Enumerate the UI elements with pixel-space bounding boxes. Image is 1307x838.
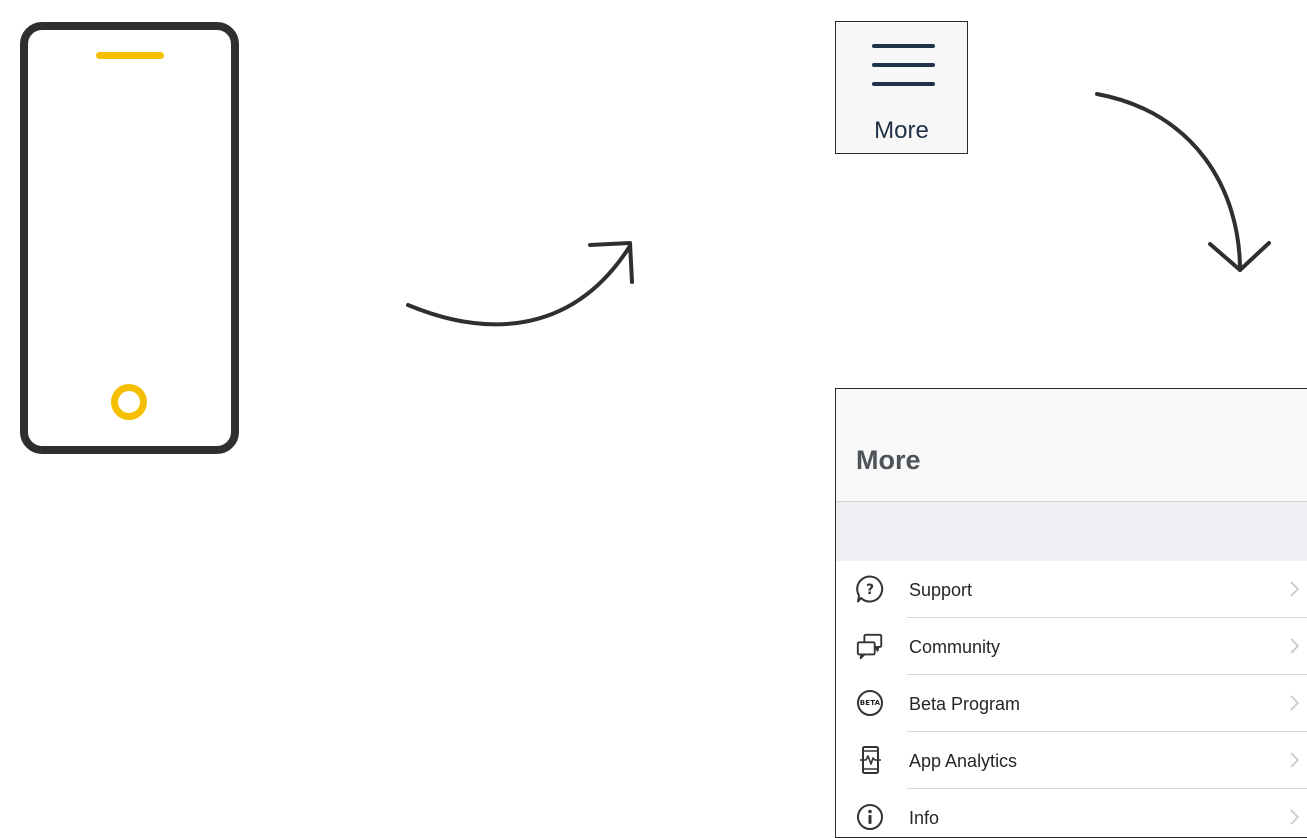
arrow-down-icon — [1095, 92, 1271, 272]
menu-item-app-analytics[interactable]: App Analytics — [836, 732, 1307, 789]
menu-item-label: Beta Program — [909, 694, 1021, 714]
menu-item-info[interactable]: Info — [836, 789, 1307, 837]
beta-icon: BETA — [855, 688, 885, 718]
chevron-right-icon — [1290, 695, 1299, 711]
nav-header: More — [836, 389, 1307, 502]
community-chat-icon — [855, 631, 885, 661]
menu-item-support[interactable]: ? Support — [836, 561, 1307, 618]
menu-item-community[interactable]: Community — [836, 618, 1307, 675]
chevron-right-icon — [1290, 638, 1299, 654]
support-question-icon: ? — [855, 574, 885, 604]
menu-item-label: Support — [909, 580, 973, 600]
more-screen: More ? Support Community BETA Beta Progr… — [835, 388, 1307, 838]
arrow-right-icon — [406, 241, 634, 327]
chevron-right-icon — [1290, 581, 1299, 597]
info-icon — [855, 802, 885, 832]
section-spacer — [836, 502, 1307, 561]
menu-item-label: Community — [909, 637, 1001, 657]
app-analytics-icon — [855, 745, 885, 775]
more-tab-button[interactable]: More — [835, 21, 968, 154]
page-title: More — [856, 445, 921, 475]
hamburger-menu-icon — [872, 44, 935, 101]
menu-item-beta-program[interactable]: BETA Beta Program — [836, 675, 1307, 732]
menu-item-label: App Analytics — [909, 751, 1018, 771]
more-tab-label: More — [874, 117, 929, 144]
chevron-right-icon — [1290, 752, 1299, 768]
svg-text:?: ? — [866, 582, 874, 598]
menu-item-label: Info — [909, 808, 940, 828]
beta-badge: BETA — [857, 690, 883, 716]
chevron-right-icon — [1290, 809, 1299, 825]
